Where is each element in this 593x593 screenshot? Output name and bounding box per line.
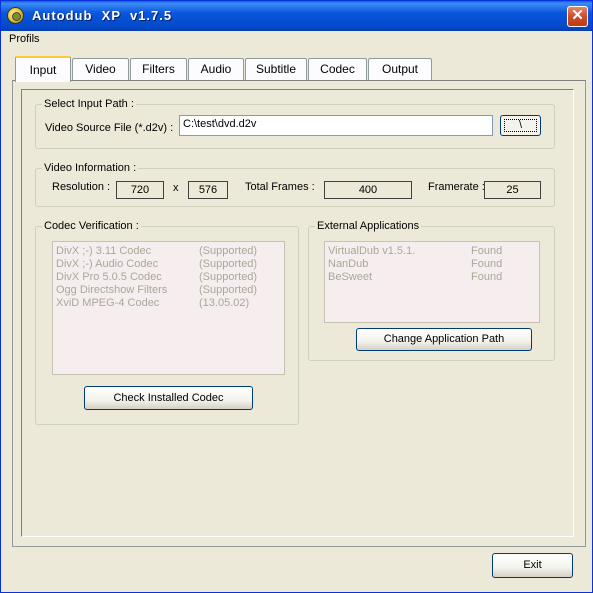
video-source-label: Video Source File (*.d2v) :: [45, 122, 174, 134]
check-installed-codec-button[interactable]: Check Installed Codec: [84, 386, 253, 410]
resolution-label: Resolution :: [52, 181, 111, 193]
group-title: External Applications: [315, 220, 422, 232]
browse-icon: \: [504, 119, 537, 132]
close-icon: ✕: [571, 7, 584, 24]
resolution-separator: x: [173, 182, 179, 194]
total-frames-value: 400: [324, 181, 412, 199]
browse-button[interactable]: \: [500, 115, 541, 136]
tab-codec[interactable]: Codec: [308, 58, 367, 80]
list-item: DivX ;-) 3.11 Codec (Supported): [56, 245, 258, 257]
exit-button[interactable]: Exit: [492, 553, 573, 578]
list-item: DivX Pro 5.0.5 Codec (Supported): [56, 271, 258, 283]
tab-filters[interactable]: Filters: [130, 58, 187, 80]
title-bar[interactable]: Autodub XP v1.7.5 ✕: [1, 1, 592, 31]
resolution-height-value: 576: [188, 181, 228, 199]
list-item: NanDub Found: [328, 258, 503, 270]
external-apps-list[interactable]: VirtualDub v1.5.1. Found NanDub Found BeSw…: [324, 241, 540, 323]
window-title: Autodub XP v1.7.5: [32, 8, 173, 23]
codec-list[interactable]: DivX ;-) 3.11 Codec (Supported) DivX ;-) …: [52, 241, 285, 375]
tab-audio[interactable]: Audio: [188, 58, 244, 80]
list-item: Ogg Directshow Filters (Supported): [56, 284, 258, 296]
framerate-value: 25: [484, 181, 541, 199]
tab-output[interactable]: Output: [368, 58, 432, 80]
main-window: Autodub XP v1.7.5 ✕ Profils Input Video …: [0, 0, 593, 593]
framerate-label: Framerate :: [428, 181, 485, 193]
group-title: Codec Verification :: [42, 220, 141, 232]
list-item: DivX ;-) Audio Codec (Supported): [56, 258, 258, 270]
menu-bar: Profils: [2, 31, 592, 49]
group-title: Video Information :: [42, 162, 139, 174]
tab-video[interactable]: Video: [72, 58, 129, 80]
change-application-path-button[interactable]: Change Application Path: [356, 328, 532, 351]
tab-input[interactable]: Input: [15, 56, 71, 82]
list-item: XviD MPEG-4 Codec (13.05.02): [56, 297, 250, 309]
resolution-width-value: 720: [116, 181, 164, 199]
menu-item-profils[interactable]: Profils: [9, 33, 40, 45]
close-button[interactable]: ✕: [567, 6, 588, 27]
list-item: BeSweet Found: [328, 271, 503, 283]
app-icon: [7, 7, 24, 24]
tab-subtitle[interactable]: Subtitle: [245, 58, 307, 80]
group-title: Select Input Path :: [42, 98, 136, 110]
video-source-input[interactable]: C:\test\dvd.d2v: [179, 115, 493, 136]
list-item: VirtualDub v1.5.1. Found: [328, 245, 503, 257]
total-frames-label: Total Frames :: [245, 181, 315, 193]
